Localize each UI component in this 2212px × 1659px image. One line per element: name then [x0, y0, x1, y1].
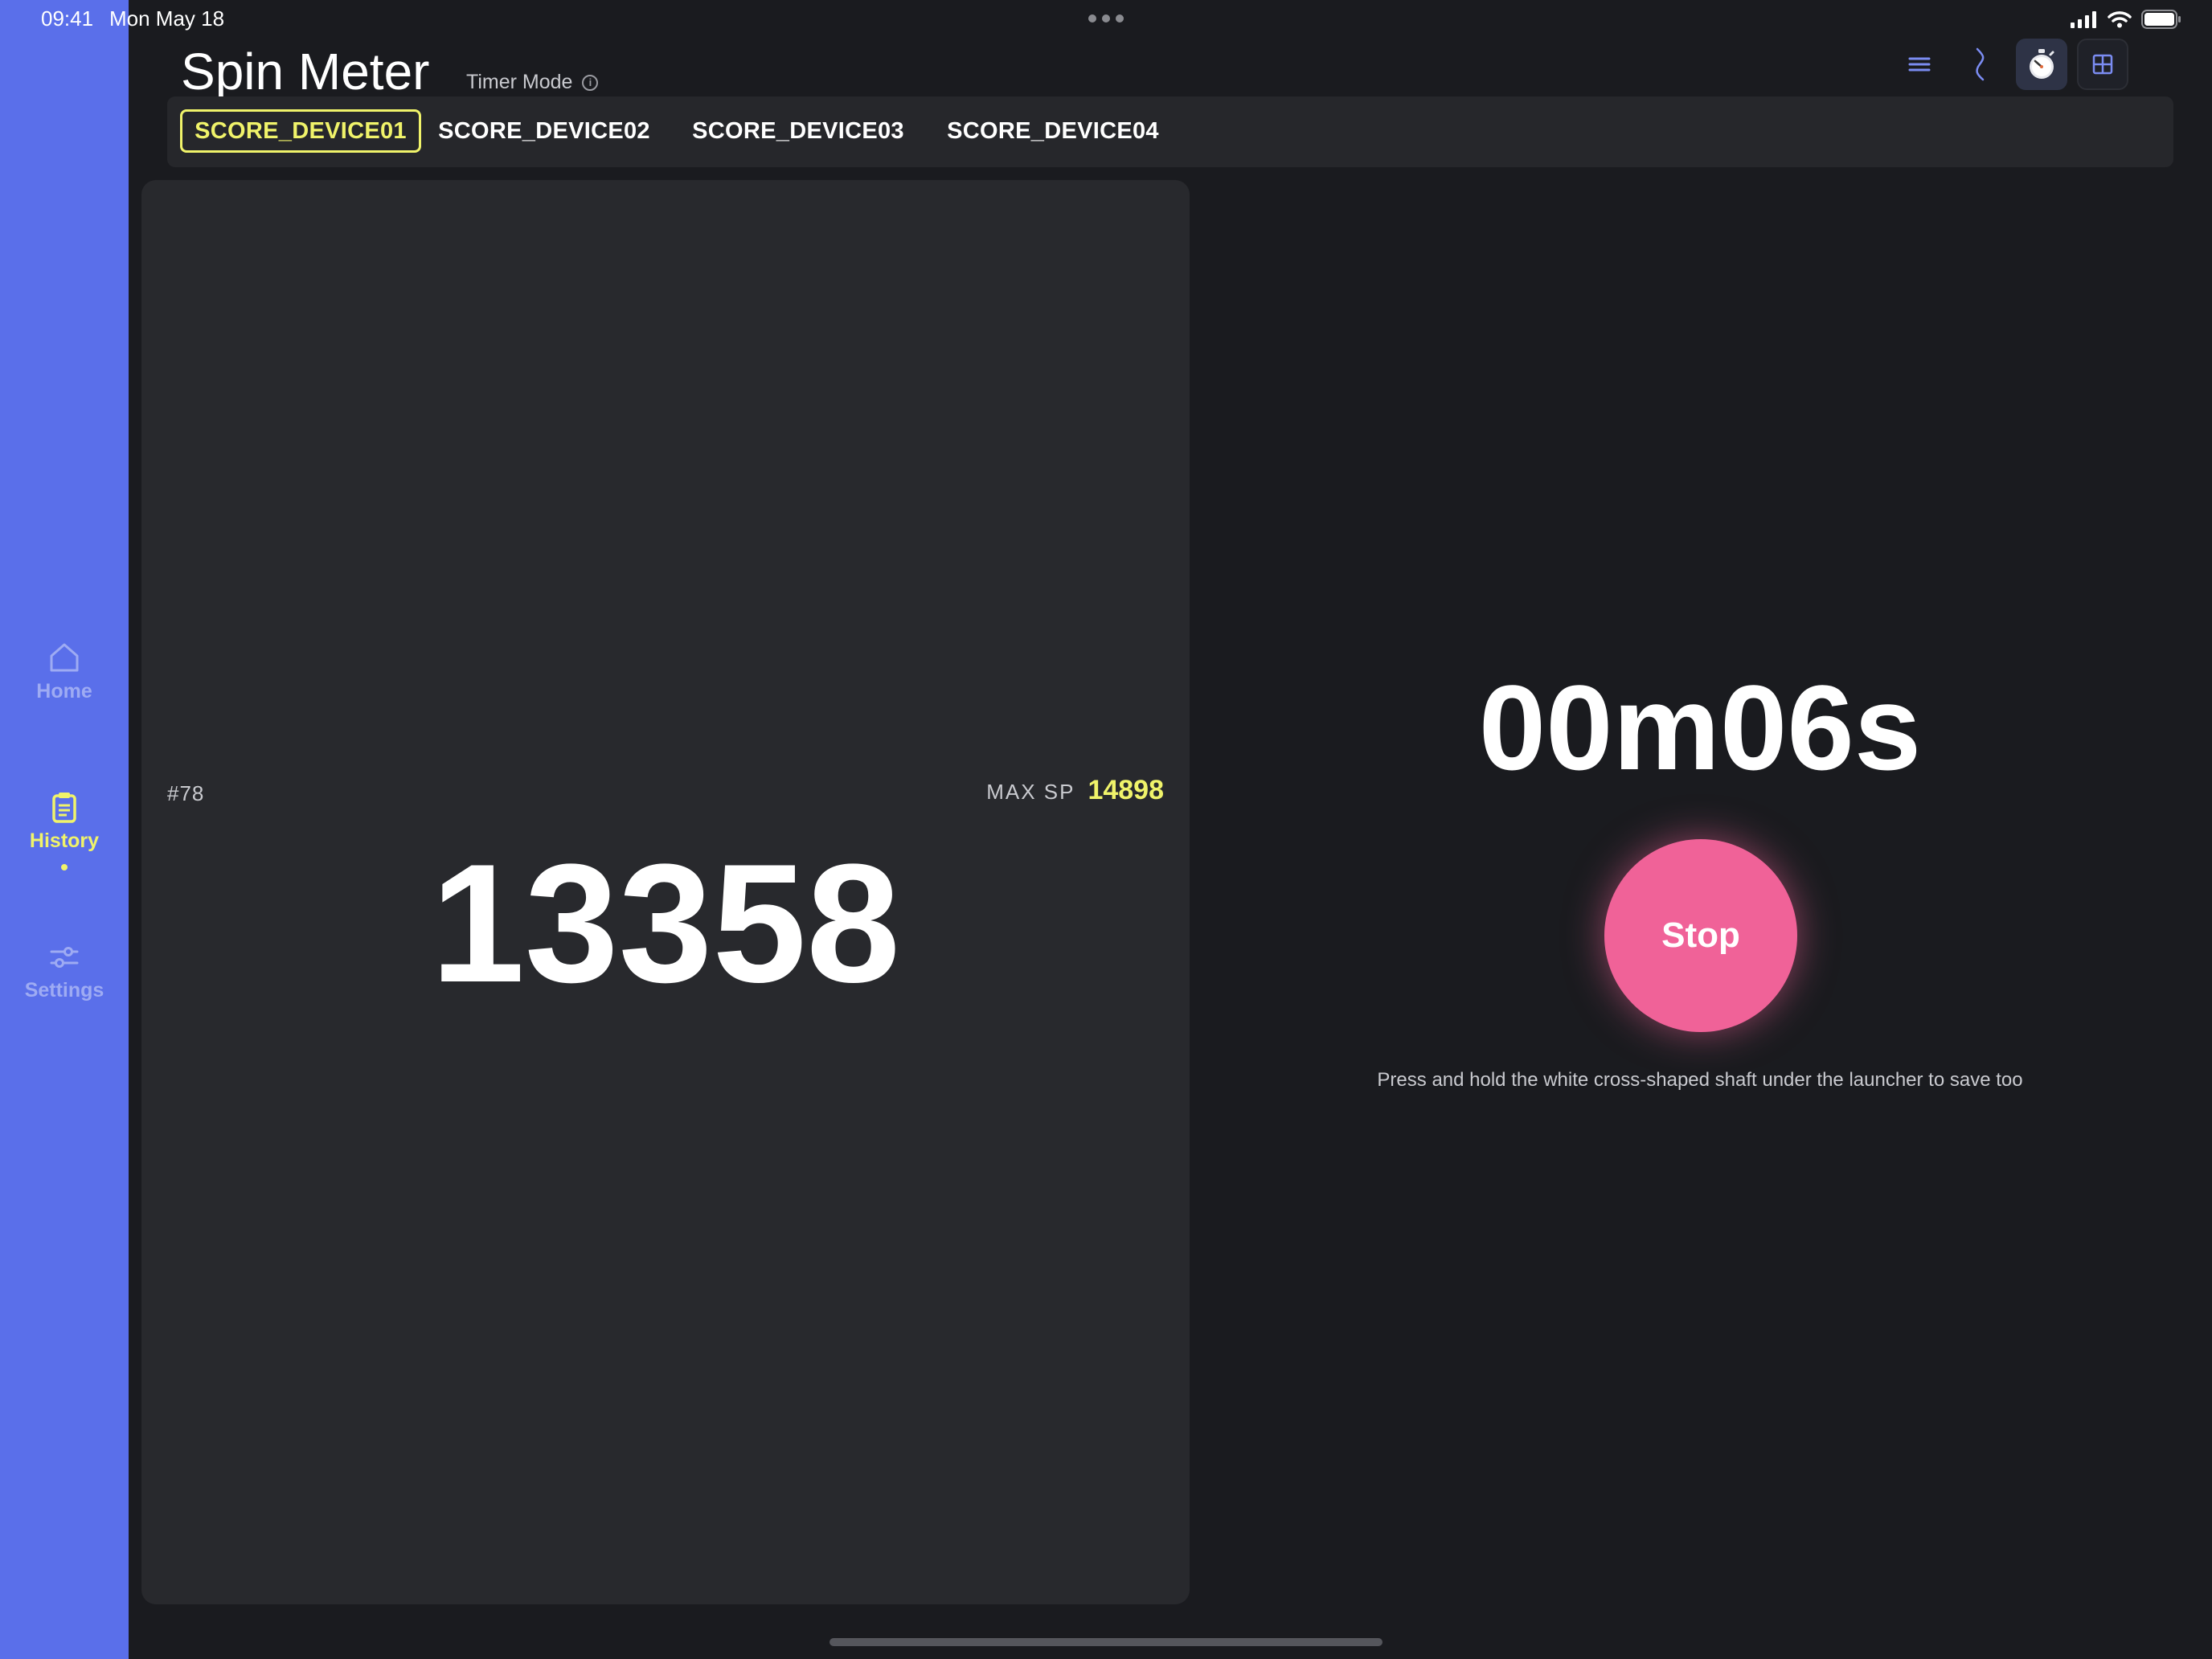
status-time: 09:41: [41, 6, 94, 31]
list-icon: [1908, 57, 1931, 72]
sidebar-item-home[interactable]: Home: [0, 640, 129, 703]
battery-icon: [2141, 10, 2181, 29]
tab-score-device02[interactable]: SCORE_DEVICE02: [429, 109, 659, 153]
cellular-signal-icon: [2071, 11, 2096, 28]
stopwatch-icon: [2030, 49, 2054, 79]
session-number: #78: [167, 781, 205, 805]
grid-icon: [2092, 54, 2113, 75]
sidebar-item-label: History: [29, 830, 100, 852]
score-card: #78 MAX SP 14898 13358: [141, 180, 1190, 1604]
home-icon: [50, 643, 79, 672]
tab-score-device01[interactable]: SCORE_DEVICE01: [180, 109, 421, 153]
sidebar-item-history[interactable]: History: [0, 789, 129, 870]
clipboard-icon: [52, 793, 76, 823]
sidebar-item-label: Settings: [24, 979, 104, 1002]
sliders-icon: [50, 947, 79, 968]
list-view-button[interactable]: [1894, 39, 1945, 90]
page-title: Spin Meter: [181, 43, 430, 100]
home-indicator[interactable]: [830, 1638, 1382, 1646]
toolbar: [1894, 39, 2128, 90]
status-icons: [2071, 8, 2181, 31]
info-icon[interactable]: i: [582, 74, 599, 91]
max-sp: MAX SP 14898: [986, 775, 1164, 806]
wave-view-button[interactable]: [1955, 39, 2006, 90]
mode-label: Timer Mode i: [466, 71, 599, 94]
multitasking-dots-icon[interactable]: [1088, 14, 1124, 23]
status-bar: 09:41 Mon May 18: [0, 0, 2212, 37]
tab-score-device04[interactable]: SCORE_DEVICE04: [937, 109, 1169, 153]
timer-mode-button[interactable]: [2016, 39, 2067, 90]
current-score: 13358: [431, 829, 900, 1018]
max-sp-label: MAX SP: [986, 780, 1075, 804]
sidebar-item-settings[interactable]: Settings: [0, 939, 129, 1002]
tab-score-device03[interactable]: SCORE_DEVICE03: [683, 109, 913, 153]
sidebar-item-label: Home: [36, 680, 92, 703]
active-indicator-dot: [61, 864, 68, 870]
sidebar: Home History Settings: [0, 0, 129, 1659]
device-tabs: SCORE_DEVICE01 SCORE_DEVICE02 SCORE_DEVI…: [167, 96, 2173, 167]
stop-button[interactable]: Stop: [1604, 839, 1797, 1032]
max-sp-value: 14898: [1088, 775, 1164, 805]
wave-icon: [1976, 47, 1985, 81]
wifi-icon: [2108, 11, 2132, 28]
status-date: Mon May 18: [109, 6, 225, 31]
hint-text: Press and hold the white cross-shaped sh…: [1377, 1069, 2023, 1091]
timer-display: 00m06s: [1478, 660, 1922, 795]
mode-text: Timer Mode: [466, 71, 573, 93]
grid-view-button[interactable]: [2077, 39, 2128, 90]
